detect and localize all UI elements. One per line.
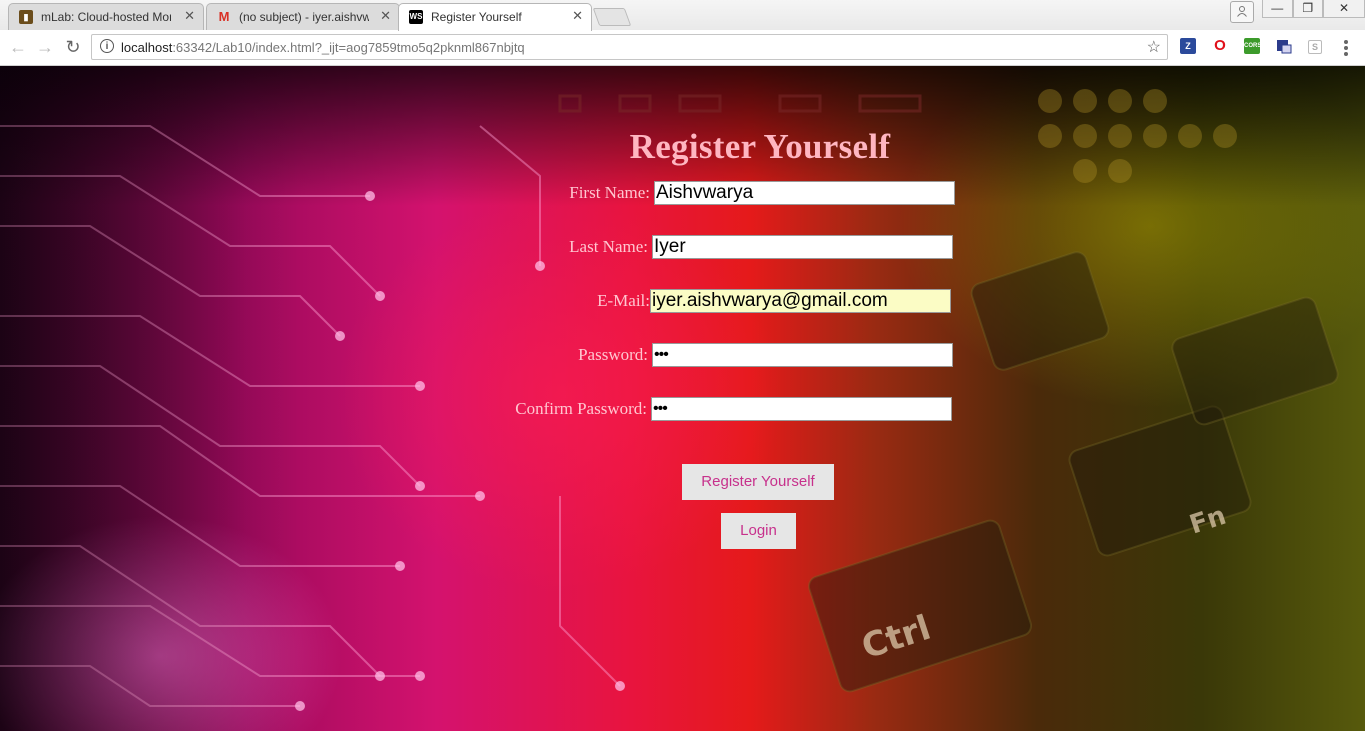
opera-icon[interactable]: O [1212,38,1228,54]
restore-icon[interactable]: ❐ [1292,0,1324,18]
tab-title: (no subject) - iyer.aishvw [239,10,369,24]
back-icon[interactable]: ← [8,37,28,57]
login-button[interactable]: Login [721,513,796,549]
cors-icon[interactable]: CORS [1244,38,1261,54]
first-name-label: First Name: [569,183,650,202]
register-button[interactable]: Register Yourself [682,464,834,500]
last-name-label: Last Name: [569,237,648,256]
confirm-password-label: Confirm Password: [515,399,647,418]
close-window-icon[interactable]: ✕ [1323,0,1365,18]
browser-menu-icon[interactable] [1344,40,1348,58]
tab-strip: ▮ mLab: Cloud-hosted Mon ✕ M (no subject… [0,0,1365,31]
close-tab-icon[interactable]: ✕ [380,8,391,24]
url-text: localhost:63342/Lab10/index.html?_ijt=ao… [121,40,525,55]
password-label: Password: [578,345,648,364]
ws-icon: WS [409,10,423,24]
password-input[interactable]: ••• [652,343,953,367]
browser-toolbar: ← → ↻ i localhost:63342/Lab10/index.html… [0,30,1365,66]
new-tab-button[interactable] [592,8,632,26]
minimize-icon[interactable]: — [1262,0,1293,18]
gmail-icon: M [218,9,230,24]
forward-icon[interactable]: → [35,37,55,57]
close-tab-icon[interactable]: ✕ [184,8,195,24]
confirm-password-input[interactable]: ••• [651,397,952,421]
window-controls: — ❐ ✕ [1262,0,1365,18]
translate-icon[interactable] [1276,38,1292,54]
user-profile-icon[interactable] [1230,1,1254,23]
zotero-icon[interactable]: Z [1180,38,1196,54]
page-background: Fn Ctrl Register Yourself First Name: Ai… [0,66,1365,731]
page-title: Register Yourself [629,127,891,166]
email-label: E-Mail: [597,291,650,310]
first-name-input[interactable]: Aishvwarya [654,181,955,205]
bookmark-star-icon[interactable]: ☆ [1147,37,1161,57]
tab-title: Register Yourself [431,10,522,24]
tab-gmail[interactable]: M (no subject) - iyer.aishvw ✕ [206,3,400,30]
info-icon[interactable]: i [100,39,114,53]
last-name-input[interactable]: Iyer [652,235,953,259]
email-input[interactable]: iyer.aishvwarya@gmail.com [650,289,951,313]
reload-icon[interactable]: ↻ [63,37,83,57]
address-bar[interactable]: i localhost:63342/Lab10/index.html?_ijt=… [91,34,1168,60]
mlab-leaf-icon: ▮ [19,10,33,24]
extension-icon[interactable]: S [1308,40,1322,54]
tab-register[interactable]: WS Register Yourself ✕ [398,3,592,31]
tab-title: mLab: Cloud-hosted Mon [41,10,171,24]
close-tab-icon[interactable]: ✕ [572,8,583,24]
tab-mlab[interactable]: ▮ mLab: Cloud-hosted Mon ✕ [8,3,204,30]
